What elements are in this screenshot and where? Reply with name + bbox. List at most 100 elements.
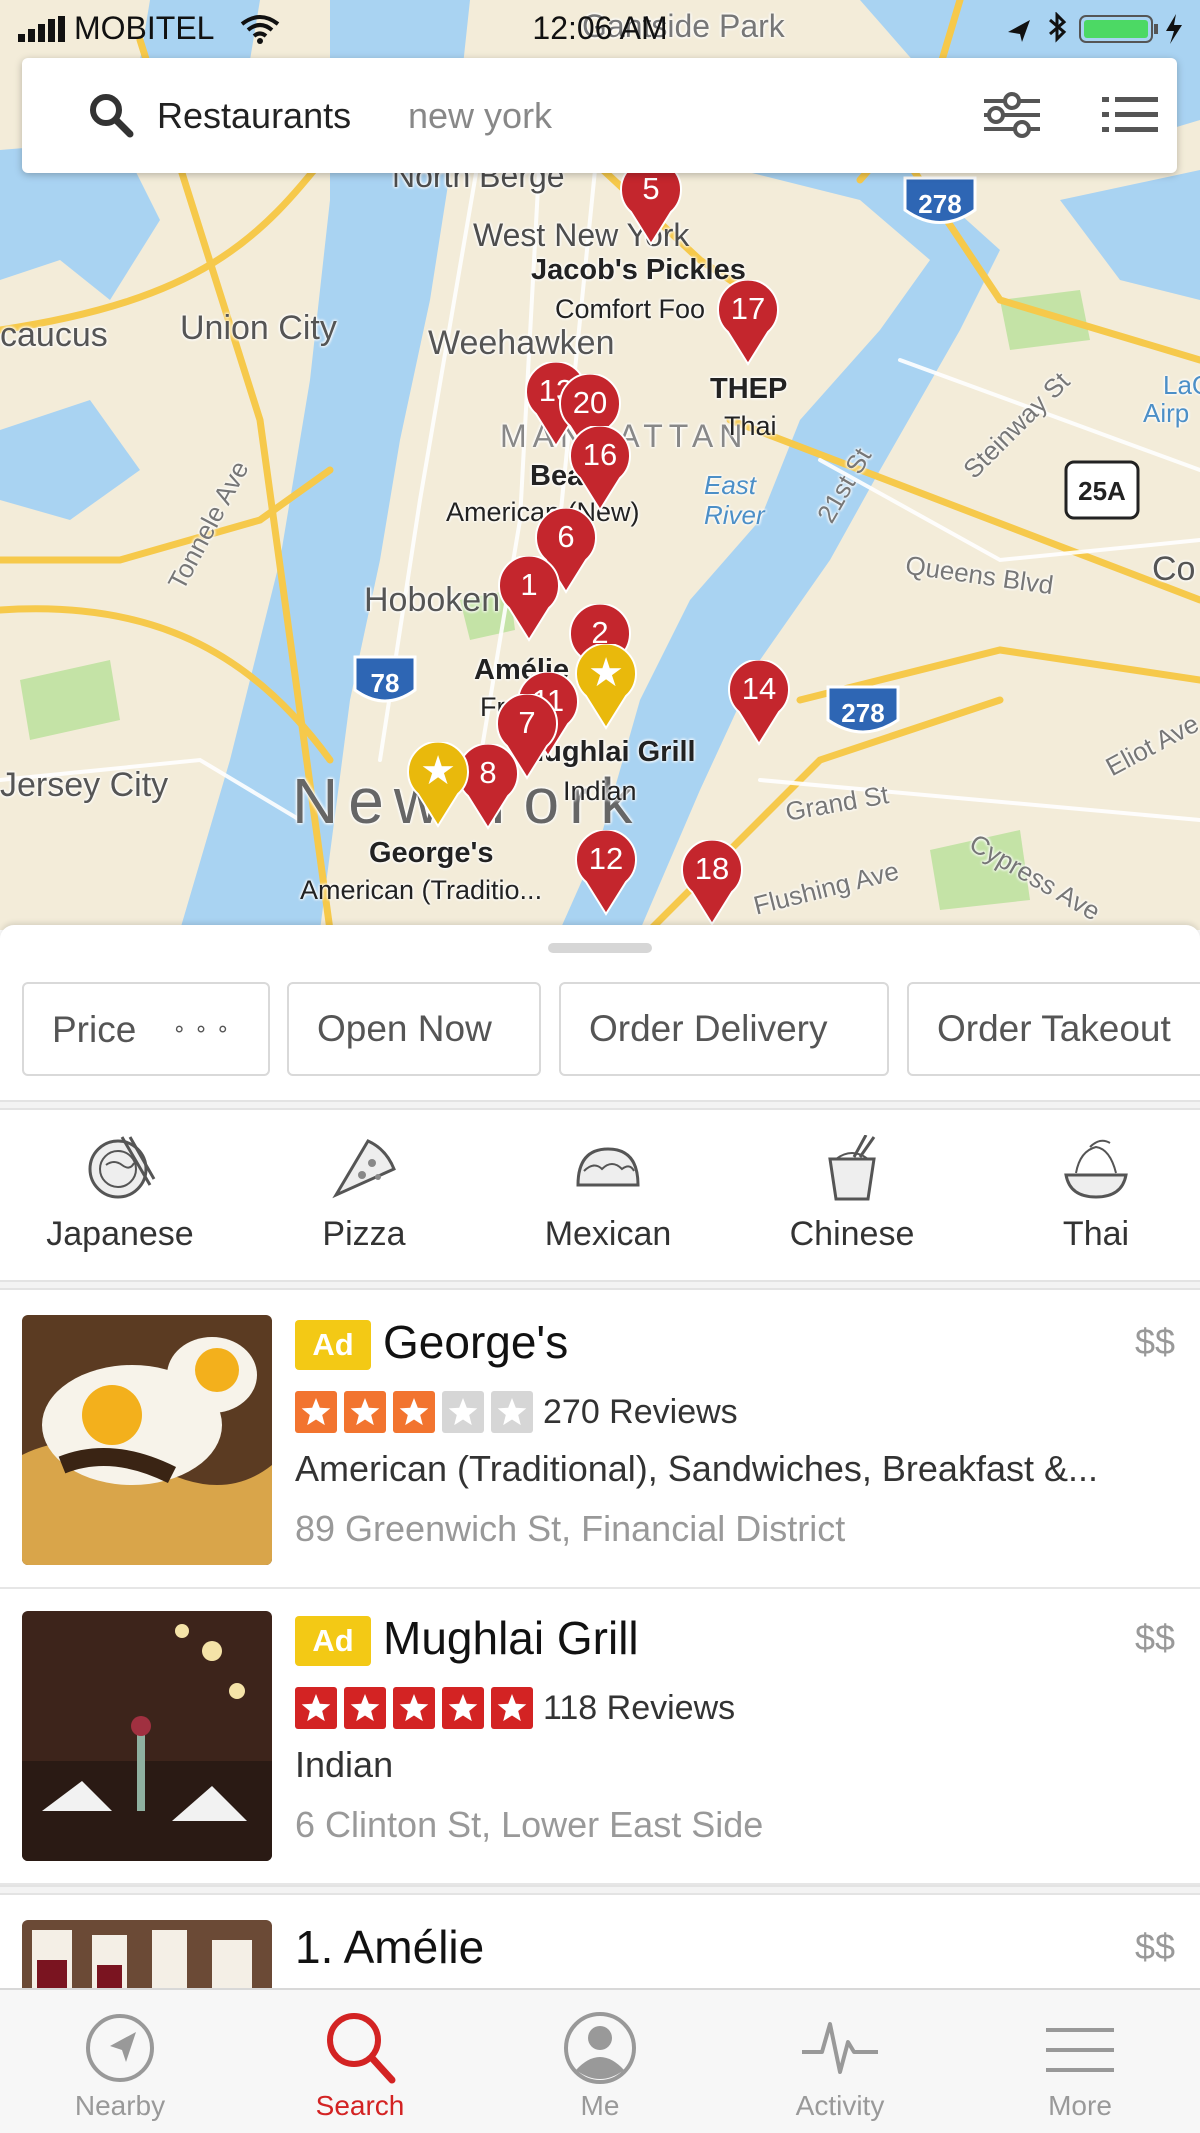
category-label: Japanese (46, 1215, 194, 1253)
filter-chip-order-takeout[interactable]: Order Takeout (907, 982, 1200, 1076)
rating-star (491, 1687, 533, 1729)
business-categories: Indian (295, 1744, 394, 1785)
price-level: $$ (1134, 1617, 1175, 1658)
category-chinese[interactable]: Chinese (762, 1135, 942, 1254)
star-icon: ★ (588, 651, 624, 695)
filter-chip-price[interactable]: Price ∘∘∘ (22, 982, 270, 1076)
bluetooth-icon (1049, 12, 1067, 43)
svg-text:278: 278 (841, 698, 884, 728)
ad-badge: Ad (295, 1616, 371, 1666)
filter-chip-label: Price (52, 1009, 137, 1050)
filter-sliders-icon[interactable] (982, 92, 1042, 138)
business-address: 6 Clinton St, Lower East Side (295, 1804, 764, 1845)
map-pin[interactable]: 16 (566, 426, 634, 512)
map-label: Airp (1143, 398, 1190, 428)
map-label: LaG (1163, 370, 1200, 400)
business-photo[interactable] (22, 1611, 272, 1861)
search-location[interactable]: new york (408, 95, 552, 137)
person-icon (564, 2012, 636, 2084)
category-label: Pizza (322, 1215, 406, 1253)
poi-name[interactable]: George's (369, 837, 494, 870)
list-view-icon[interactable] (1102, 92, 1158, 138)
rating-star (442, 1687, 484, 1729)
status-icons (1008, 12, 1182, 44)
poi-category: American (Traditio... (300, 875, 543, 905)
business-name[interactable]: 1. Amélie (295, 1920, 484, 1974)
category-thai[interactable]: Thai (1006, 1135, 1186, 1254)
map-pin[interactable]: 17 (714, 280, 782, 366)
tab-label: Me (580, 2090, 620, 2121)
result-row[interactable]: 1. Amélie $$ (0, 1898, 1200, 1995)
divider (0, 1280, 1200, 1290)
map-pin[interactable]: 14 (725, 660, 793, 746)
business-photo[interactable] (22, 1920, 272, 1995)
svg-text:78: 78 (371, 668, 400, 698)
tab-search[interactable]: Search (240, 1990, 480, 2133)
ramen-bowl-icon (88, 1136, 156, 1199)
results-sheet[interactable]: Price ∘∘∘ Open Now Order Delivery Order T… (0, 925, 1200, 1995)
location-arrow-icon (1008, 20, 1030, 42)
tab-me[interactable]: Me (480, 1990, 720, 2133)
search-query[interactable]: Restaurants (157, 95, 351, 137)
review-count: 118 Reviews (543, 1689, 736, 1727)
business-categories: American (Traditional), Sandwiches, Brea… (295, 1448, 1098, 1489)
business-photo[interactable] (22, 1315, 272, 1565)
charging-icon (1166, 14, 1182, 44)
star-rating (295, 1687, 533, 1729)
search-bar[interactable]: Restaurants new york (22, 58, 1177, 173)
map-label: Jersey City (0, 766, 169, 804)
ad-map-pin[interactable]: ★ (572, 644, 640, 730)
category-pizza[interactable]: Pizza (274, 1135, 454, 1254)
tab-activity[interactable]: Activity (720, 1990, 960, 2133)
compass-icon (86, 2014, 154, 2082)
tab-nearby[interactable]: Nearby (0, 1990, 240, 2133)
filter-chip-order-delivery[interactable]: Order Delivery (559, 982, 889, 1076)
drag-handle[interactable] (548, 943, 652, 953)
thai-dish-icon (1064, 1139, 1128, 1199)
svg-text:25A: 25A (1078, 476, 1126, 506)
category-label: Mexican (544, 1215, 672, 1253)
result-row[interactable]: Ad George's $$ 270 Reviews American (Tra… (0, 1293, 1200, 1589)
category-japanese[interactable]: Japanese (30, 1135, 210, 1254)
map-pin[interactable]: 18 (678, 840, 746, 926)
tab-label: Activity (795, 2090, 885, 2121)
search-icon (90, 94, 134, 138)
rating-star (491, 1391, 533, 1433)
menu-icon (1046, 2028, 1114, 2072)
result-row[interactable]: Ad Mughlai Grill $$ 118 Reviews Indian 6… (0, 1589, 1200, 1885)
business-name[interactable]: George's (383, 1315, 568, 1369)
divider (0, 1100, 1200, 1110)
pulse-icon (802, 2022, 878, 2074)
map-label: Co (1152, 550, 1196, 588)
divider (0, 1885, 1200, 1895)
poi-category: Thai (724, 411, 777, 441)
filter-chip-open-now[interactable]: Open Now (287, 982, 541, 1076)
star-icon: ★ (420, 749, 456, 793)
poi-category: Indian (563, 776, 637, 806)
category-mexican[interactable]: Mexican (518, 1135, 698, 1254)
map-pin[interactable]: 1 (495, 556, 563, 642)
map-label: East River (704, 470, 765, 530)
tab-more[interactable]: More (960, 1990, 1200, 2133)
map-pin[interactable]: 12 (572, 830, 640, 916)
status-bar: MOBITEL 12:06 AM (0, 0, 1200, 58)
takeout-box-icon (828, 1135, 876, 1201)
category-label: Chinese (789, 1215, 915, 1253)
taco-icon (576, 1147, 640, 1187)
ad-badge: Ad (295, 1320, 371, 1370)
star-rating (295, 1391, 533, 1433)
price-dots: ∘∘∘ (172, 1016, 238, 1041)
tab-label: Search (315, 2090, 405, 2121)
category-label: Thai (1062, 1215, 1130, 1253)
map-label: caucus (0, 316, 108, 354)
svg-text:278: 278 (918, 189, 961, 219)
rating-star (295, 1391, 337, 1433)
business-name[interactable]: Mughlai Grill (383, 1611, 639, 1665)
poi-name[interactable]: THEP (710, 373, 787, 406)
tab-bar: Nearby Search Me Activity More (0, 1988, 1200, 2133)
filter-chip-label: Order Takeout (937, 1008, 1171, 1049)
ad-map-pin[interactable]: ★ (404, 742, 472, 828)
rating-star (442, 1391, 484, 1433)
rating-star (344, 1391, 386, 1433)
search-icon (327, 2013, 396, 2084)
